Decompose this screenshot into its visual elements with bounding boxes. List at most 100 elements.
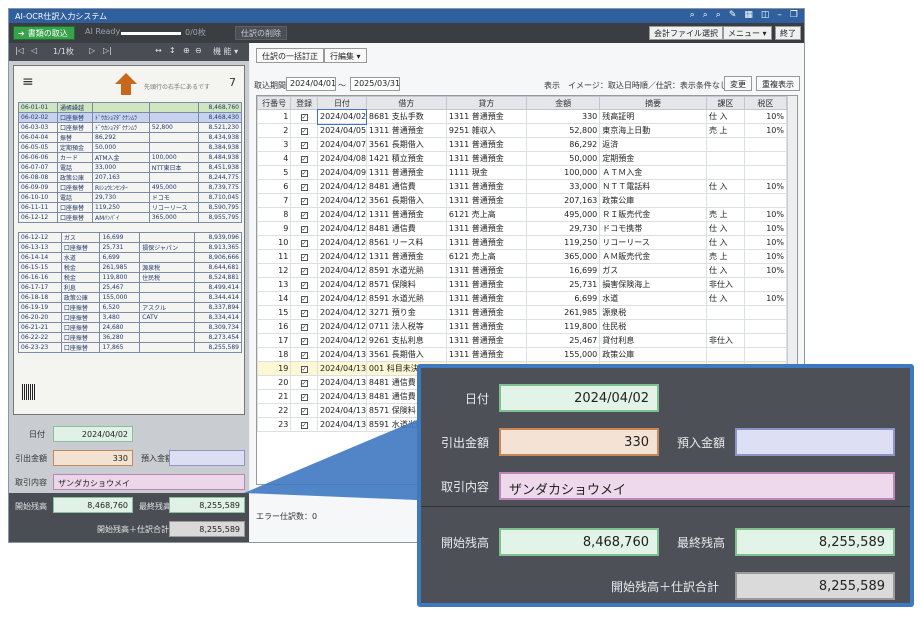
journal-cell[interactable]: ガス xyxy=(599,263,707,278)
journal-cell[interactable]: 207,163 xyxy=(525,193,601,208)
journal-cell[interactable] xyxy=(705,305,745,320)
journal-cell[interactable]: 2024/04/13 xyxy=(317,375,367,390)
journal-cell[interactable]: 10% xyxy=(743,207,788,222)
zoom-date-field[interactable]: 2024/04/02 xyxy=(499,384,659,412)
register-cell[interactable]: ✓ xyxy=(290,305,318,320)
register-cell[interactable]: ✓ xyxy=(290,291,318,306)
register-cell[interactable]: ✓ xyxy=(290,235,318,250)
checkbox-icon[interactable]: ✓ xyxy=(300,310,308,317)
register-cell[interactable]: ✓ xyxy=(290,109,318,124)
register-cell[interactable]: ✓ xyxy=(290,375,318,390)
zoom-in-icon[interactable]: ⊕ xyxy=(183,46,190,55)
journal-cell[interactable]: 仕 入 xyxy=(705,235,745,250)
checkbox-icon[interactable]: ✓ xyxy=(300,156,308,163)
journal-row[interactable]: 15 ✓ 2024/04/12 3271 預り金 1311 普通預金 261,985 源泉税 xyxy=(257,305,788,320)
zoom-end-field[interactable]: 8,255,589 xyxy=(735,528,895,556)
find-icon[interactable]: ⌕ xyxy=(716,10,721,20)
end-balance-field[interactable]: 8,255,589 xyxy=(169,497,245,513)
edit-icon[interactable]: ✎ xyxy=(729,10,737,20)
read-document-button[interactable]: ➜ 書類の取込 xyxy=(13,26,75,40)
checkbox-icon[interactable]: ✓ xyxy=(300,254,308,261)
journal-cell[interactable]: 119,250 xyxy=(525,235,601,250)
prev-page-icon[interactable]: ◁ xyxy=(31,46,37,55)
journal-cell[interactable] xyxy=(743,305,788,320)
journal-cell[interactable]: 10% xyxy=(743,179,788,194)
journal-cell[interactable]: 2024/04/08 xyxy=(317,151,367,166)
register-cell[interactable]: ✓ xyxy=(290,347,318,362)
journal-cell[interactable]: 仕 入 xyxy=(705,179,745,194)
journal-cell[interactable] xyxy=(743,277,788,292)
journal-cell[interactable]: 2024/04/12 xyxy=(317,333,367,348)
journal-cell[interactable]: 495,000 xyxy=(525,207,601,222)
checkbox-icon[interactable]: ✓ xyxy=(300,170,308,177)
journal-cell[interactable]: 25,731 xyxy=(525,277,601,292)
zoom-start-field[interactable]: 8,468,760 xyxy=(499,528,659,556)
start-balance-field[interactable]: 8,468,760 xyxy=(53,497,133,513)
register-cell[interactable]: ✓ xyxy=(290,361,318,376)
journal-cell[interactable]: 3271 預り金 xyxy=(365,305,447,320)
journal-cell[interactable]: 10% xyxy=(743,235,788,250)
journal-cell[interactable]: 源泉税 xyxy=(599,305,707,320)
journal-cell[interactable]: 残高証明 xyxy=(599,109,707,124)
journal-cell[interactable]: 10% xyxy=(743,109,788,124)
checkbox-icon[interactable]: ✓ xyxy=(300,338,308,345)
journal-row[interactable]: 1 ✓ 2024/04/02 8681 支払手数 1311 普通預金 330 残高証明仕 入… xyxy=(257,108,788,125)
journal-cell[interactable]: 2024/04/12 xyxy=(317,221,367,236)
journal-row[interactable]: 12 ✓ 2024/04/12 8591 水道光熱 1311 普通預金 16,699 ガス仕… xyxy=(257,263,788,278)
register-cell[interactable]: ✓ xyxy=(290,179,318,194)
journal-cell[interactable]: 8591 水道光熱 xyxy=(365,263,447,278)
journal-cell[interactable]: 1311 普通預金 xyxy=(365,207,447,222)
checkbox-icon[interactable]: ✓ xyxy=(300,268,308,275)
journal-cell[interactable]: 売 上 xyxy=(705,207,745,222)
register-cell[interactable]: ✓ xyxy=(290,277,318,292)
date-field[interactable]: 2024/04/02 xyxy=(53,426,133,442)
journal-row[interactable]: 5 ✓ 2024/04/09 1311 普通預金 1111 現金 100,000 ＡＴＭ入金 xyxy=(257,165,788,180)
menu-button[interactable]: メニュー ▾ xyxy=(723,26,772,40)
column-header[interactable]: 日付 xyxy=(317,96,367,110)
register-cell[interactable]: ✓ xyxy=(290,137,318,152)
journal-cell[interactable]: ＮＴＴ電話料 xyxy=(599,179,707,194)
checkbox-icon[interactable]: ✓ xyxy=(300,324,308,331)
column-header[interactable]: 金額 xyxy=(525,96,601,110)
journal-cell[interactable]: 1311 普通預金 xyxy=(445,109,527,124)
journal-cell[interactable]: 365,000 xyxy=(525,249,601,264)
journal-row[interactable]: 9 ✓ 2024/04/12 8481 通信費 1311 普通預金 29,730 ドコモ携帯… xyxy=(257,221,788,236)
journal-cell[interactable]: 2024/04/12 xyxy=(317,291,367,306)
journal-cell[interactable] xyxy=(743,319,788,334)
zoom-icon[interactable]: ⌕ xyxy=(690,10,695,20)
checkbox-icon[interactable]: ✓ xyxy=(300,380,308,387)
exit-button[interactable]: 終了 xyxy=(775,26,801,40)
journal-cell[interactable]: 0711 法人税等 xyxy=(365,319,447,334)
minimize-icon[interactable]: – xyxy=(777,10,782,20)
journal-cell[interactable]: 6121 売上高 xyxy=(445,249,527,264)
register-cell[interactable]: ✓ xyxy=(290,207,318,222)
journal-cell[interactable]: 2024/04/12 xyxy=(317,319,367,334)
journal-cell[interactable]: ＲＩ販売代金 xyxy=(599,207,707,222)
function-button[interactable]: 機 能 ▾ xyxy=(213,46,238,57)
journal-row[interactable]: 8 ✓ 2024/04/12 1311 普通預金 6121 売上高 495,000 ＲＩ販売… xyxy=(257,207,788,222)
journal-cell[interactable]: 10% xyxy=(743,291,788,306)
layout-icon[interactable]: ◫ xyxy=(761,10,770,20)
journal-row[interactable]: 6 ✓ 2024/04/12 8481 通信費 1311 普通預金 33,000 ＮＴＴ電話… xyxy=(257,179,788,194)
journal-cell[interactable]: 売 上 xyxy=(705,249,745,264)
checkbox-icon[interactable]: ✓ xyxy=(300,394,308,401)
checkbox-icon[interactable]: ✓ xyxy=(300,212,308,219)
column-header[interactable]: 税区 xyxy=(743,96,788,110)
register-cell[interactable]: ✓ xyxy=(290,417,318,432)
journal-cell[interactable]: 8481 通信費 xyxy=(365,221,447,236)
journal-cell[interactable]: 3561 長期借入 xyxy=(365,193,447,208)
journal-cell[interactable]: 仕 入 xyxy=(705,109,745,124)
register-cell[interactable]: ✓ xyxy=(290,193,318,208)
search-icon[interactable]: ⌕ xyxy=(703,10,708,20)
journal-cell[interactable]: 2024/04/13 xyxy=(317,361,367,376)
journal-row[interactable]: 10 ✓ 2024/04/12 8561 リース料 1311 普通預金 119,250 リコ… xyxy=(257,235,788,250)
checkbox-icon[interactable]: ✓ xyxy=(300,184,308,191)
checkbox-icon[interactable]: ✓ xyxy=(300,142,308,149)
column-header[interactable]: 登録 xyxy=(290,96,318,110)
journal-row[interactable]: 14 ✓ 2024/04/12 8591 水道光熱 1311 普通預金 6,699 水道仕 … xyxy=(257,291,788,306)
register-cell[interactable]: ✓ xyxy=(290,263,318,278)
journal-cell[interactable]: 2024/04/12 xyxy=(317,207,367,222)
checkbox-icon[interactable]: ✓ xyxy=(300,408,308,415)
journal-cell[interactable]: 119,800 xyxy=(525,319,601,334)
journal-cell[interactable]: 2024/04/12 xyxy=(317,235,367,250)
